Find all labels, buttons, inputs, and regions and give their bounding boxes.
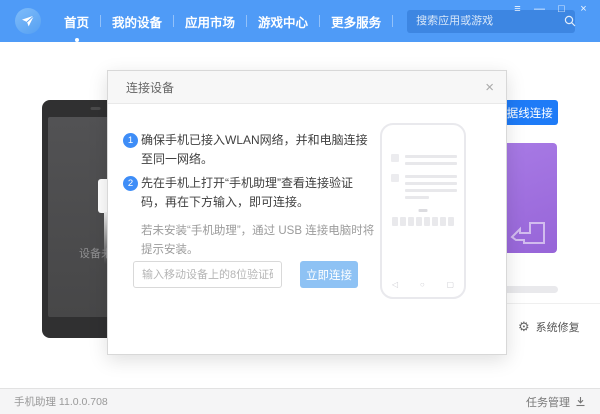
main-nav: 首页 我的设备 应用市场 游戏中心 更多服务	[53, 12, 393, 31]
nav-item-my-devices[interactable]: 我的设备	[101, 12, 173, 31]
divider	[500, 303, 600, 304]
dialog-header: 连接设备 ×	[108, 71, 506, 104]
recent-apps-icon: ▢	[446, 280, 454, 289]
text-line-decor	[405, 189, 457, 192]
progress-bar-decor	[498, 286, 558, 293]
close-dialog-icon[interactable]: ×	[485, 80, 494, 95]
paper-plane-icon	[20, 13, 36, 29]
system-repair-label: 系统修复	[536, 319, 580, 335]
nav-item-app-market[interactable]: 应用市场	[174, 12, 246, 31]
text-line-decor	[405, 175, 457, 178]
home-icon: ○	[420, 280, 425, 289]
connect-now-button[interactable]: 立即连接	[300, 261, 358, 288]
phone-navbar-decor: ◁ ○ ▢	[392, 280, 454, 289]
window-controls: ≡ — □ ×	[511, 3, 590, 16]
download-tray-icon	[575, 396, 586, 407]
code-boxes-decor	[382, 217, 464, 226]
system-repair-button[interactable]: ⚙ 系统修复	[518, 319, 580, 335]
gear-icon: ⚙	[518, 320, 530, 334]
nav-item-game-center[interactable]: 游戏中心	[247, 12, 319, 31]
status-bar: 手机助理 11.0.0.708 任务管理	[0, 388, 600, 414]
phone-code-illustration: ◁ ○ ▢	[380, 123, 466, 299]
verification-code-input[interactable]	[133, 261, 282, 288]
text-line-decor	[405, 155, 457, 158]
nav-item-home[interactable]: 首页	[53, 12, 100, 31]
dialog-title: 连接设备	[126, 79, 174, 96]
text-line-decor	[405, 182, 457, 185]
app-version-label: 手机助理 11.0.0.708	[14, 394, 108, 409]
active-indicator-dot	[75, 38, 79, 42]
close-window-icon[interactable]: ×	[577, 3, 590, 16]
cursor-decor	[419, 209, 428, 212]
minimize-icon[interactable]: —	[533, 3, 546, 16]
list-icon-decor	[391, 174, 399, 182]
task-manager-label: 任务管理	[526, 394, 570, 410]
main-content: 设备未 数据线连接 ⚙ 系统修复 连接设备 × 1 确保手机已接入WLAN网络，…	[0, 42, 600, 388]
search-icon[interactable]	[564, 15, 576, 27]
text-line-decor	[405, 196, 429, 199]
top-navbar: 首页 我的设备 应用市场 游戏中心 更多服务 ≡ — □ ×	[0, 0, 600, 42]
connect-device-dialog: 连接设备 × 1 确保手机已接入WLAN网络，并和电脑连接至同一网络。 2 先在…	[107, 70, 507, 355]
text-line-decor	[405, 162, 457, 165]
nav-item-more-services[interactable]: 更多服务	[320, 12, 392, 31]
app-logo-icon[interactable]	[15, 8, 41, 34]
menu-icon[interactable]: ≡	[511, 3, 524, 16]
task-manager-button[interactable]: 任务管理	[526, 394, 586, 410]
back-icon: ◁	[392, 280, 398, 289]
step-2-text: 先在手机上打开“手机助理”查看连接验证码，再在下方输入，即可连接。	[141, 174, 369, 212]
maximize-icon[interactable]: □	[555, 3, 568, 16]
promo-arrow-icon	[510, 219, 550, 247]
step-1-badge: 1	[123, 133, 138, 148]
nav-separator	[392, 15, 393, 27]
step-2-badge: 2	[123, 176, 138, 191]
search-input[interactable]	[407, 15, 564, 27]
step-1-text: 确保手机已接入WLAN网络，并和电脑连接至同一网络。	[141, 131, 369, 169]
nav-item-label: 首页	[64, 16, 89, 30]
list-icon-decor	[391, 154, 399, 162]
install-note-text: 若未安装“手机助理”，通过 USB 连接电脑时将提示安装。	[141, 222, 375, 260]
